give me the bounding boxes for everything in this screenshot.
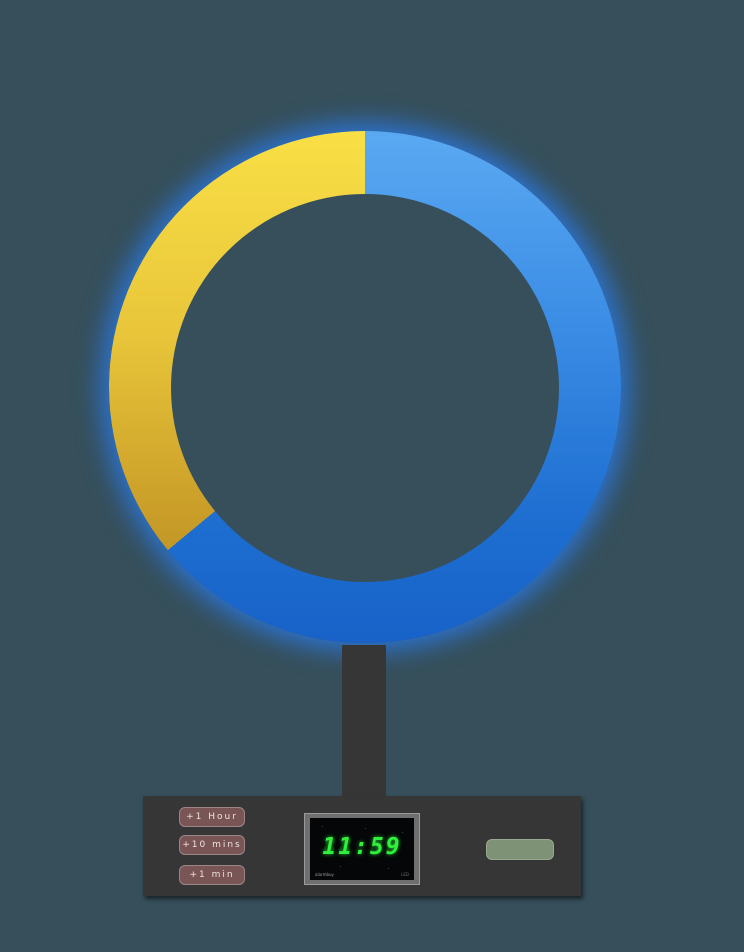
status-indicator xyxy=(486,839,554,860)
clock-screen: 88:88 11:59 alarmbuy LED xyxy=(310,818,414,880)
add-min-button[interactable]: +1 min xyxy=(179,865,245,885)
digital-clock: 88:88 11:59 alarmbuy LED xyxy=(304,813,420,885)
add-ten-mins-button[interactable]: +10 mins xyxy=(179,835,245,855)
clock-brand-label: alarmbuy xyxy=(315,872,334,877)
clock-model-label: LED xyxy=(401,872,409,877)
ring-center xyxy=(171,194,559,582)
stand-post xyxy=(342,645,386,797)
control-panel: +1 Hour +10 mins +1 min 88:88 11:59 alar… xyxy=(143,796,581,896)
clock-time: 11:59 xyxy=(322,834,402,860)
add-hour-button[interactable]: +1 Hour xyxy=(179,807,245,827)
timer-ring xyxy=(109,131,621,643)
